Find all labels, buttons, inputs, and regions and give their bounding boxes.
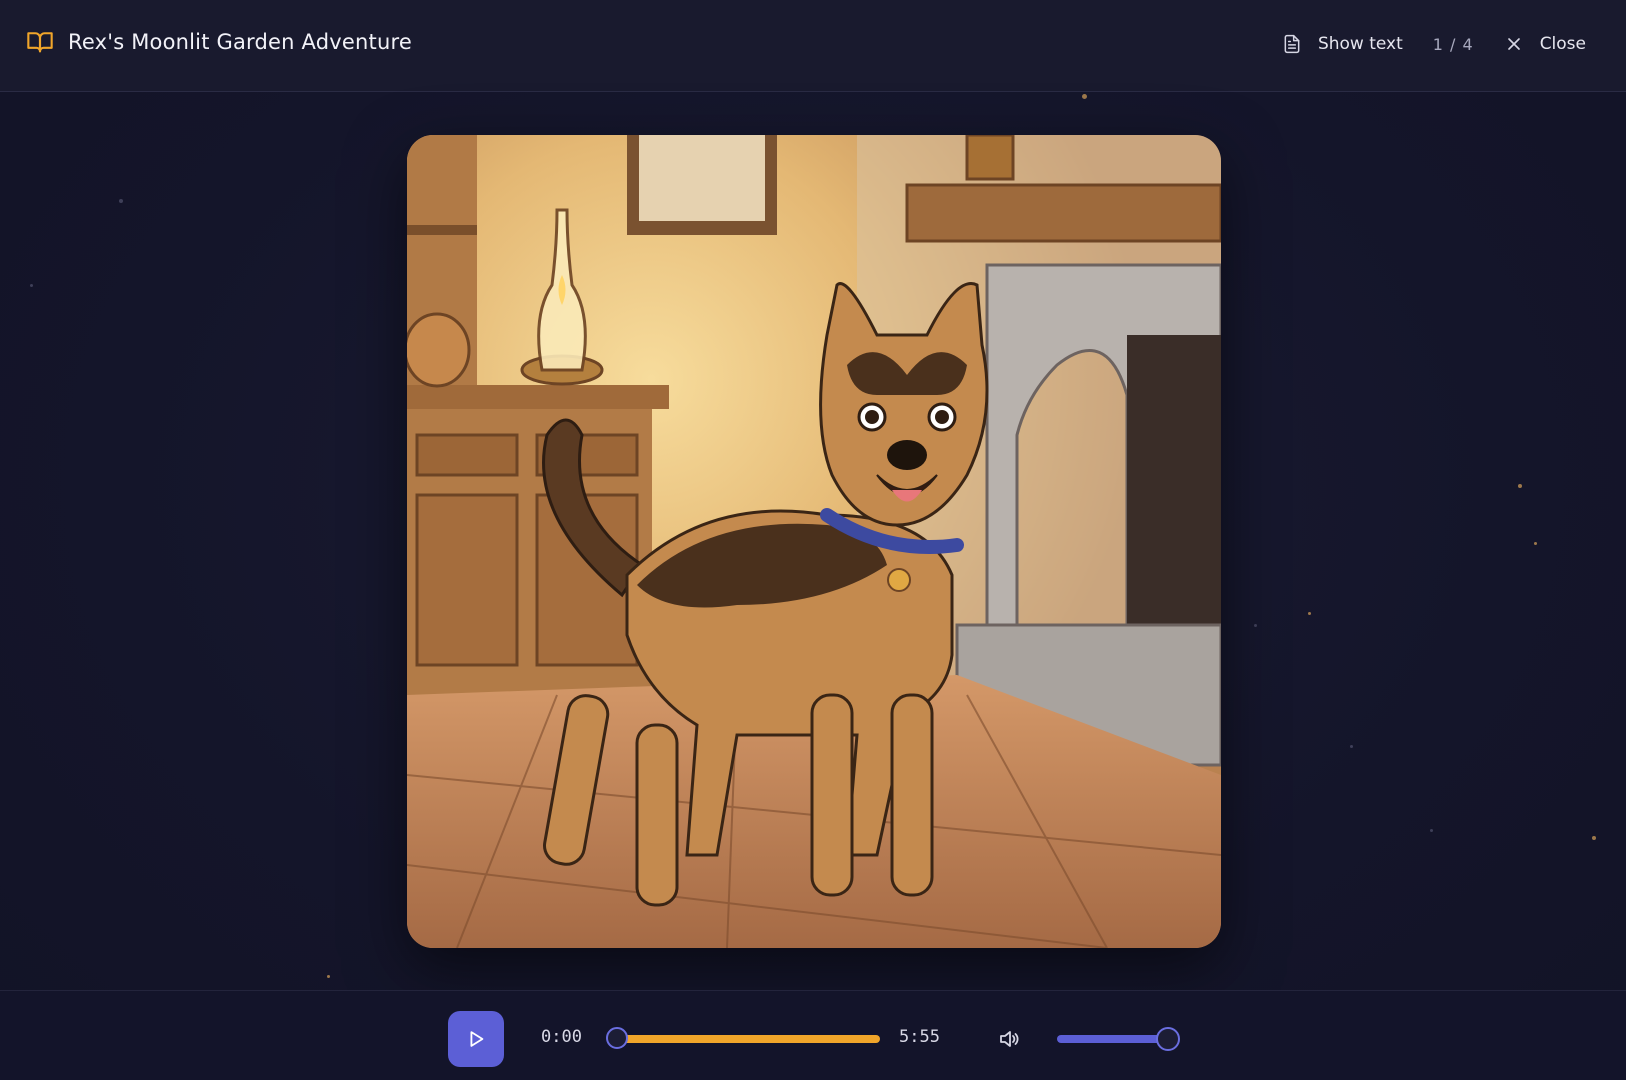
page-indicator: 1 / 4: [1432, 34, 1474, 54]
play-icon: [470, 1031, 484, 1047]
star-decoration: [30, 284, 33, 287]
show-text-button[interactable]: Show text: [1282, 34, 1403, 54]
close-button[interactable]: Close: [1504, 34, 1586, 54]
book-open-icon: [27, 32, 53, 53]
star-decoration: [1082, 94, 1087, 99]
star-decoration: [1308, 612, 1311, 615]
document-icon: [1284, 34, 1300, 54]
volume-slider[interactable]: [1057, 1035, 1167, 1043]
current-time: 0:00: [541, 1027, 582, 1047]
close-icon: [1507, 38, 1520, 50]
star-decoration: [327, 975, 330, 978]
star-decoration: [1350, 745, 1353, 748]
play-button[interactable]: [448, 1011, 504, 1067]
progress-bar[interactable]: [618, 1035, 880, 1043]
star-decoration: [1430, 829, 1433, 832]
volume-icon[interactable]: [997, 1027, 1021, 1051]
star-decoration: [119, 199, 123, 203]
star-decoration: [1534, 542, 1537, 545]
top-bar: Rex's Moonlit Garden Adventure Show text…: [0, 0, 1626, 92]
duration-time: 5:55: [899, 1027, 940, 1047]
story-title: Rex's Moonlit Garden Adventure: [68, 30, 412, 54]
star-decoration: [1518, 484, 1522, 488]
story-viewer: Rex's Moonlit Garden Adventure Show text…: [0, 0, 1626, 1080]
title-group: Rex's Moonlit Garden Adventure: [26, 28, 412, 56]
show-text-label: Show text: [1317, 34, 1403, 54]
star-decoration: [1592, 836, 1596, 840]
story-illustration: [407, 135, 1221, 948]
illustration-dog-by-fireplace: [407, 135, 1221, 948]
progress-handle[interactable]: [606, 1027, 628, 1049]
volume-handle[interactable]: [1156, 1027, 1180, 1051]
close-label: Close: [1539, 34, 1586, 54]
star-decoration: [1254, 624, 1257, 627]
header-actions: Show text 1 / 4 Close: [1282, 24, 1586, 64]
